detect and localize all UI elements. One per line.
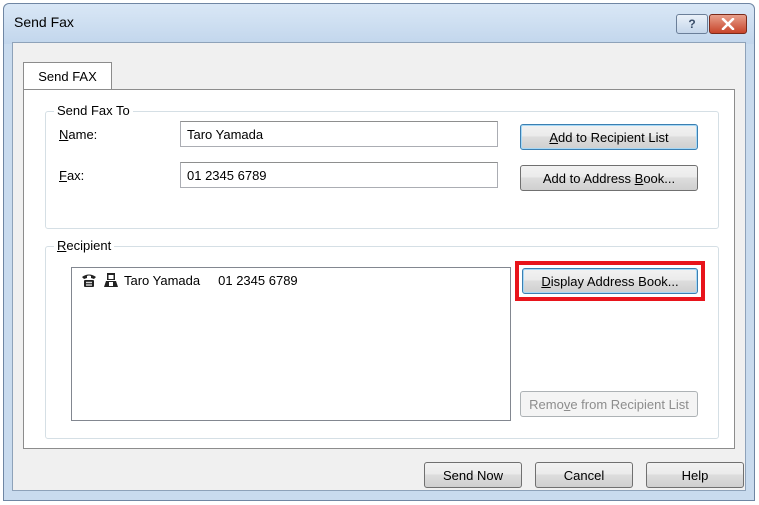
highlight-frame [515, 261, 705, 301]
send-fax-to-group-title: Send Fax To [54, 103, 133, 118]
recipient-name: Taro Yamada [124, 272, 201, 288]
recipient-group: Recipient Taro Yamada 01 2345 6789 Displ… [45, 238, 719, 439]
fax-label: Fax: [59, 168, 85, 183]
fax-icon [82, 274, 96, 287]
add-to-recipient-list-button[interactable]: Add to Recipient List [520, 124, 698, 150]
help-title-button[interactable]: ? [676, 14, 708, 34]
question-mark-icon: ? [688, 17, 696, 31]
send-fax-dialog: Send Fax ? Send FAX Send Fax To Name: Fa… [3, 3, 755, 501]
send-fax-tab-panel: Send Fax To Name: Fax: Add to Recipient … [23, 89, 735, 449]
person-icon [104, 273, 118, 287]
close-button[interactable] [709, 14, 747, 34]
remove-from-recipient-list-button[interactable]: Remove from Recipient List [520, 391, 698, 417]
close-icon [721, 18, 735, 30]
dialog-client-area: Send FAX Send Fax To Name: Fax: Add to R… [12, 42, 746, 491]
add-to-address-book-button[interactable]: Add to Address Book... [520, 165, 698, 191]
tab-label: Send FAX [38, 69, 97, 84]
title-bar[interactable]: Send Fax ? [4, 4, 754, 44]
send-now-button[interactable]: Send Now [424, 462, 522, 488]
fax-number-input[interactable] [180, 162, 498, 188]
window-title: Send Fax [14, 14, 74, 30]
tab-send-fax[interactable]: Send FAX [23, 62, 112, 90]
send-fax-to-group: Send Fax To Name: Fax: Add to Recipient … [45, 103, 719, 229]
recipient-number: 01 2345 6789 [218, 272, 298, 288]
recipient-group-title: Recipient [54, 238, 115, 253]
recipient-list[interactable]: Taro Yamada 01 2345 6789 [71, 267, 511, 421]
recipient-list-item[interactable]: Taro Yamada 01 2345 6789 [80, 272, 298, 288]
help-button[interactable]: Help [646, 462, 744, 488]
name-input[interactable] [180, 121, 498, 147]
cancel-button[interactable]: Cancel [535, 462, 633, 488]
name-label: Name: [59, 127, 98, 142]
